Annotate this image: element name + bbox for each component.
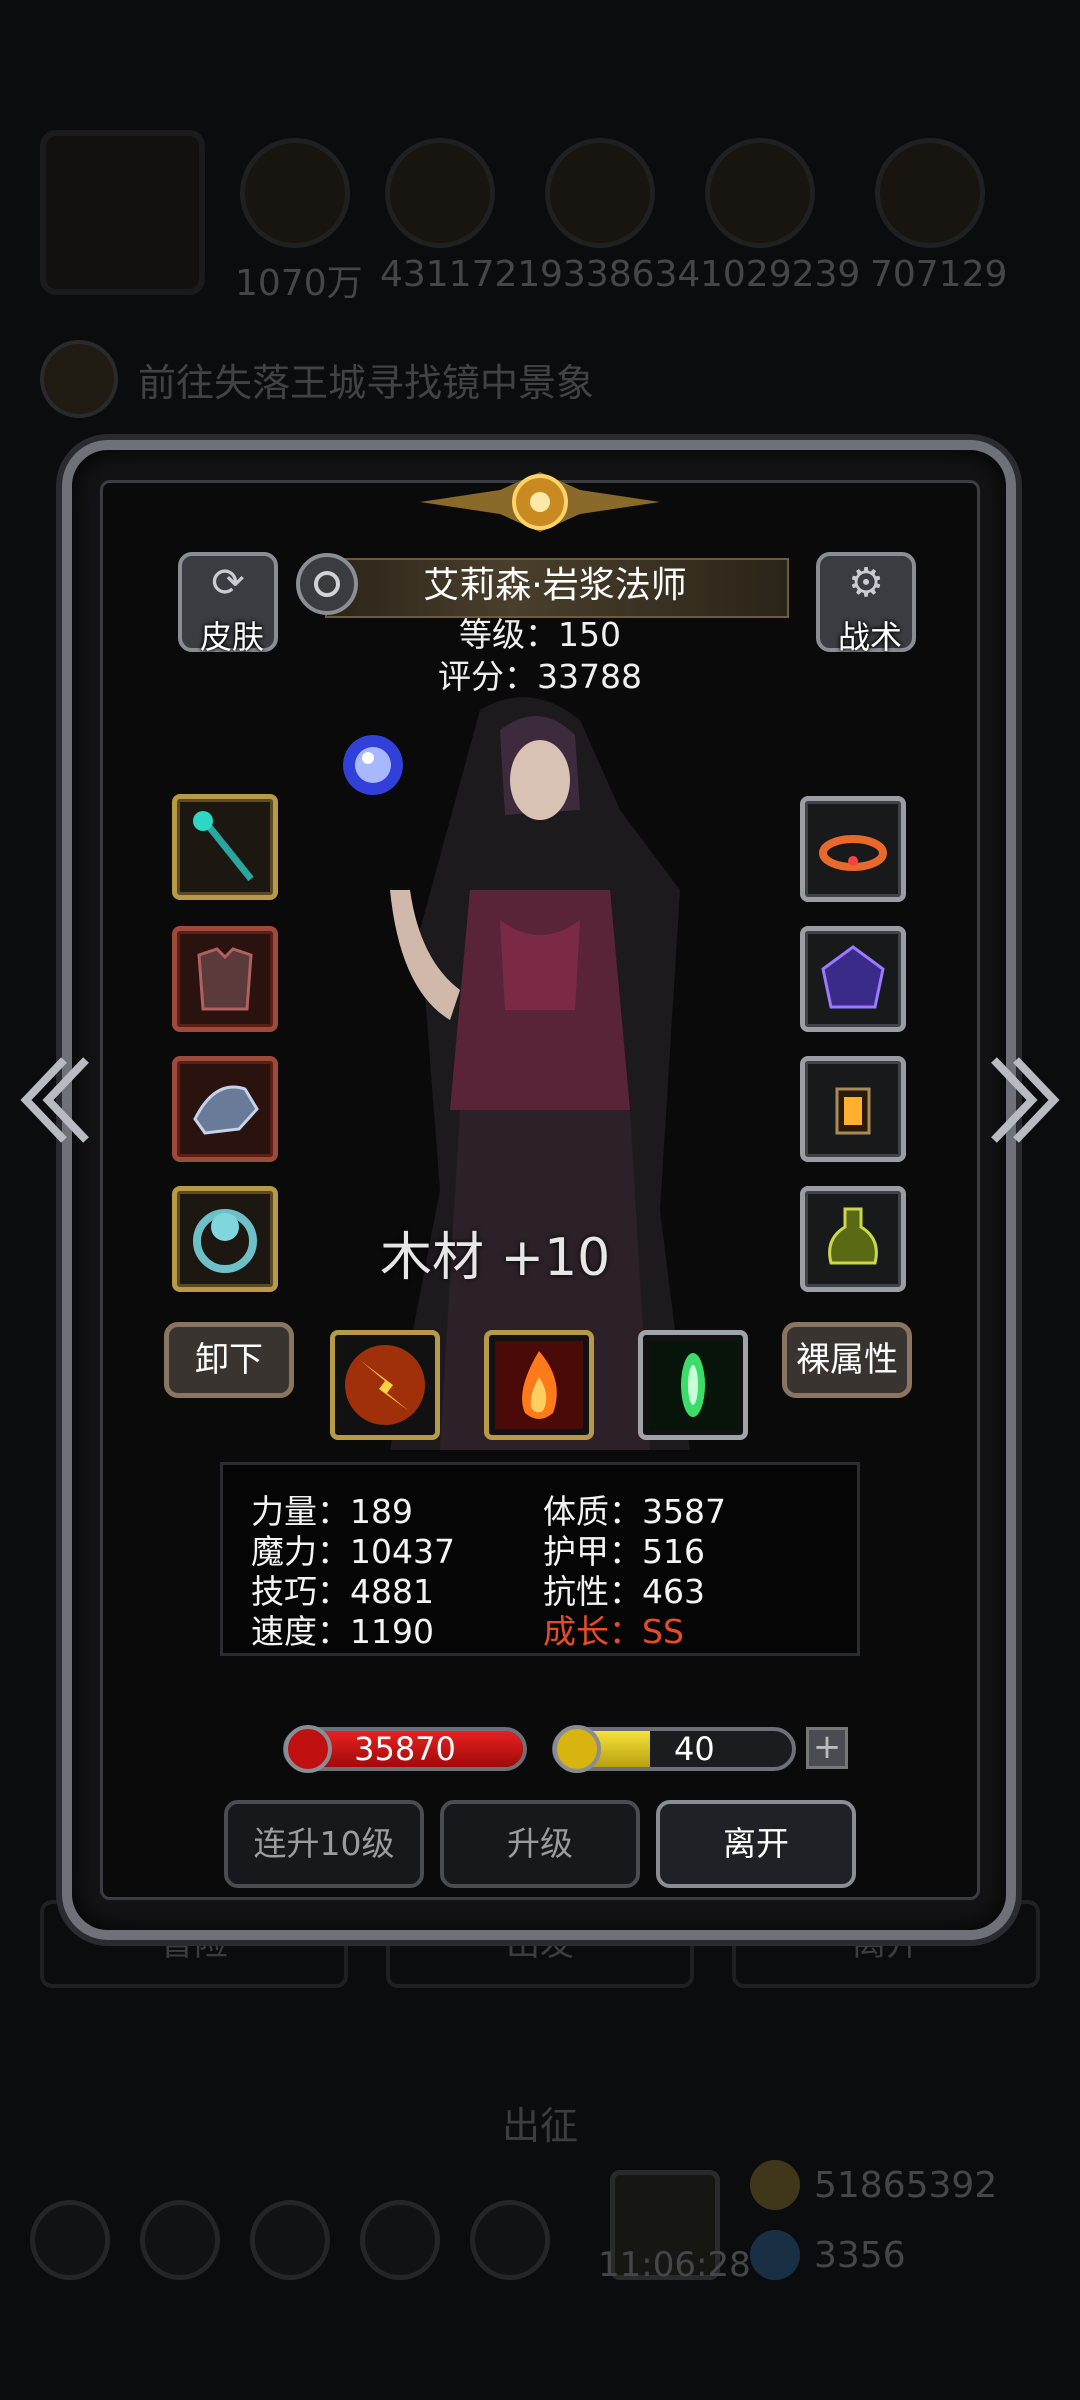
menu-icon <box>30 2200 110 2280</box>
skull-ring-icon <box>193 1209 257 1273</box>
lightning-burst-icon <box>345 1345 425 1425</box>
stat-growth: 成长：SS <box>543 1612 684 1651</box>
skin-label: 皮肤 <box>199 618 264 656</box>
gem-value: 3356 <box>814 2234 906 2276</box>
base-attributes-button[interactable]: 裸属性 <box>782 1322 912 1398</box>
equip-slot-helmet[interactable] <box>172 1056 278 1162</box>
resource-value: 1070万 <box>235 263 363 304</box>
resource-item: 1029239 <box>700 138 861 295</box>
gem-icon <box>750 2230 800 2280</box>
energy-value: 40 <box>674 1730 715 1768</box>
resource-item: 9338634 <box>540 138 701 295</box>
resource-icon <box>240 138 350 248</box>
lantern-icon <box>835 1087 871 1135</box>
resource-value: 1029239 <box>700 254 861 295</box>
tactics-label: 战术 <box>837 618 902 656</box>
green-crystal-icon <box>649 1341 737 1429</box>
sun-emblem-icon <box>420 472 660 532</box>
hero-level: 等级：150 <box>459 615 621 654</box>
resource-value: 9338634 <box>540 254 701 295</box>
gem-counter: 3356 <box>750 2230 906 2280</box>
unequip-button[interactable]: 卸下 <box>164 1322 294 1398</box>
crown-icon <box>819 835 887 871</box>
resource-row: 1070万 4311721 9338634 1029239 707129 <box>40 130 1080 304</box>
equip-slot-ring[interactable] <box>172 1186 278 1292</box>
equip-slot-gem[interactable] <box>800 926 906 1032</box>
skin-button[interactable]: ⟳ 皮肤 <box>178 552 278 656</box>
resource-item: 4311721 <box>380 138 541 295</box>
resource-icon <box>875 138 985 248</box>
resource-value: 707129 <box>870 254 1008 295</box>
gear-icon: ⚙ <box>848 560 884 606</box>
skill-slot-3[interactable] <box>638 1330 748 1440</box>
depart-label: 出征 <box>501 2104 578 2148</box>
equip-slot-crown[interactable] <box>800 796 906 902</box>
skill-slot-2[interactable] <box>484 1330 594 1440</box>
level-up-10-button[interactable]: 连升10级 <box>224 1800 424 1888</box>
armor-icon <box>197 947 253 1011</box>
equip-slot-lantern[interactable] <box>800 1056 906 1162</box>
resource-value: 4311721 <box>380 254 541 295</box>
clock-text: 11:06:28 <box>598 2245 751 2285</box>
shirt-refresh-icon: ⟳ <box>211 560 245 606</box>
resource-item: 707129 <box>870 138 1008 295</box>
menu-icon <box>470 2200 550 2280</box>
lightning-icon <box>553 1725 601 1773</box>
hero-portrait-icon <box>40 130 205 295</box>
resource-icon <box>545 138 655 248</box>
heart-icon <box>284 1725 332 1773</box>
menu-icon <box>360 2200 440 2280</box>
equip-slot-armor[interactable] <box>172 926 278 1032</box>
resource-icon <box>705 138 815 248</box>
leave-button[interactable]: 离开 <box>656 1800 856 1888</box>
magic-gem-icon <box>821 945 885 1009</box>
equip-slot-weapon[interactable] <box>172 794 278 900</box>
hero-name: 艾莉森·岩浆法师 <box>423 565 687 606</box>
resource-item: 1070万 <box>235 138 363 306</box>
resource-icon <box>385 138 495 248</box>
gold-counter: 51865392 <box>750 2160 997 2210</box>
menu-icon <box>250 2200 330 2280</box>
dragon-helmet-icon <box>193 1085 259 1135</box>
gold-value: 51865392 <box>814 2164 998 2206</box>
coin-icon <box>750 2160 800 2210</box>
skill-slot-1[interactable] <box>330 1330 440 1440</box>
equip-slot-potion[interactable] <box>800 1186 906 1292</box>
stat-speed: 速度：1190 <box>251 1612 434 1651</box>
add-energy-button[interactable]: + <box>806 1727 848 1769</box>
bottom-menu <box>30 2200 550 2280</box>
level-up-button[interactable]: 升级 <box>440 1800 640 1888</box>
material-reward-text: 木材 +10 <box>380 1228 611 1288</box>
quest-icon <box>40 340 118 418</box>
stats-panel: 力量：189 魔力：10437 技巧：4881 速度：1190 体质：3587 … <box>220 1462 860 1656</box>
flame-icon <box>495 1341 583 1429</box>
chevron-right-icon[interactable] <box>986 1050 1066 1150</box>
magic-orb-icon <box>343 735 403 795</box>
staff-icon <box>193 811 254 882</box>
quest-text: 前往失落王城寻找镜中景象 <box>138 360 595 405</box>
chevron-left-icon[interactable] <box>14 1050 94 1150</box>
tactics-button[interactable]: ⚙ 战术 <box>816 552 916 656</box>
potion-icon <box>828 1207 878 1265</box>
menu-icon <box>140 2200 220 2280</box>
quest-banner: 前往失落王城寻找镜中景象 <box>40 340 594 418</box>
